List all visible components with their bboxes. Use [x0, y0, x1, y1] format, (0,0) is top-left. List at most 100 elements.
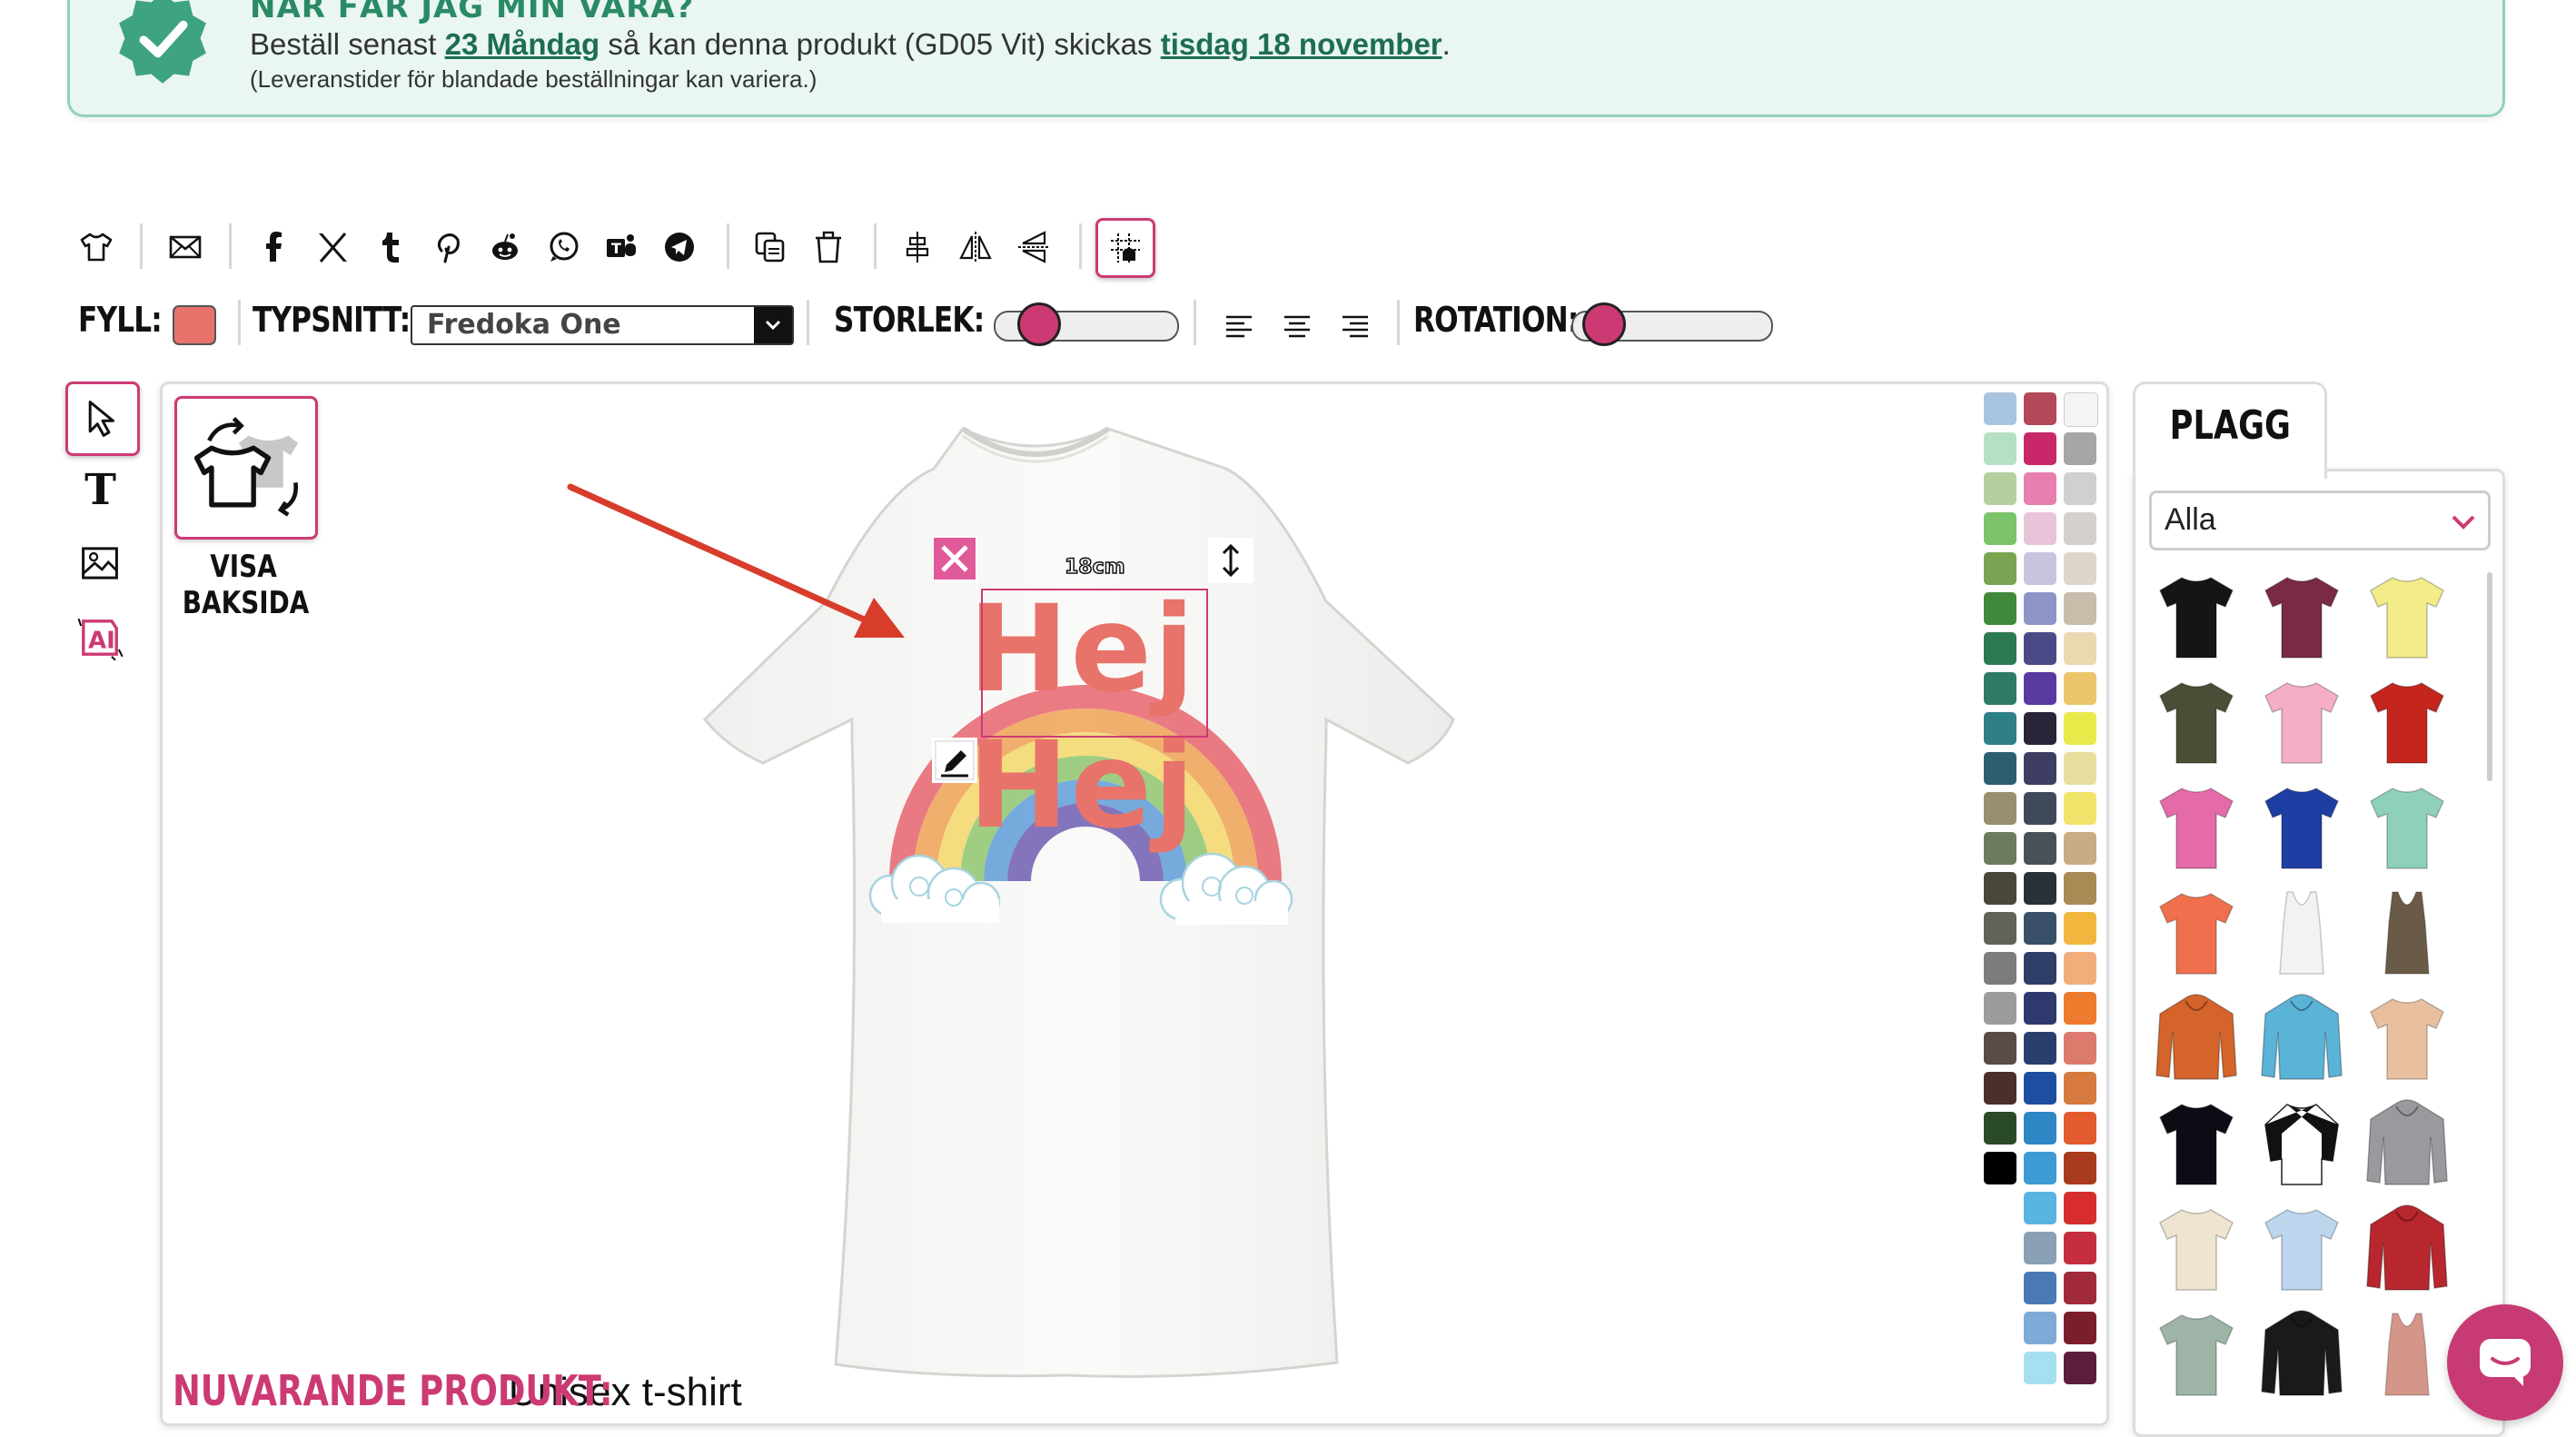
- chat-button[interactable]: [2447, 1304, 2563, 1421]
- color-swatch[interactable]: [2064, 1312, 2096, 1344]
- color-swatch[interactable]: [2024, 1072, 2056, 1105]
- garment-item-tshirt-royal[interactable]: [2256, 781, 2347, 876]
- garment-item-tshirt-black-v[interactable]: [2151, 1097, 2242, 1192]
- align-right-icon[interactable]: [1332, 303, 1379, 351]
- color-swatch[interactable]: [2064, 472, 2096, 505]
- color-swatch[interactable]: [2064, 592, 2096, 625]
- color-swatch[interactable]: [2064, 1112, 2096, 1145]
- garment-item-hoodie-skyblue[interactable]: [2256, 992, 2347, 1086]
- color-swatch[interactable]: [2064, 752, 2096, 785]
- garment-item-tshirt-pink-women[interactable]: [2256, 676, 2347, 770]
- color-swatch[interactable]: [2024, 632, 2056, 665]
- mail-icon[interactable]: [162, 223, 209, 271]
- color-swatch[interactable]: [1984, 632, 2016, 665]
- color-swatch[interactable]: [1984, 672, 2016, 705]
- x-icon[interactable]: [309, 223, 356, 271]
- color-swatch[interactable]: [2064, 632, 2096, 665]
- garment-item-tank-rose[interactable]: [2362, 1308, 2452, 1402]
- garment-item-jacket-red[interactable]: [2362, 1203, 2452, 1297]
- color-swatch[interactable]: [1984, 392, 2016, 425]
- color-swatch[interactable]: [1984, 752, 2016, 785]
- color-swatch[interactable]: [2064, 1192, 2096, 1224]
- color-swatch[interactable]: [2064, 1032, 2096, 1065]
- teams-icon[interactable]: T: [598, 223, 645, 271]
- garment-item-longsleeve-sage[interactable]: [2151, 1308, 2242, 1402]
- align-center-text-icon[interactable]: [1273, 303, 1321, 351]
- color-swatch[interactable]: [1984, 1032, 2016, 1065]
- color-swatch[interactable]: [2024, 512, 2056, 545]
- color-swatch[interactable]: [2064, 952, 2096, 985]
- garment-filter-select[interactable]: Alla: [2149, 491, 2491, 550]
- color-swatch[interactable]: [2064, 832, 2096, 865]
- color-swatch[interactable]: [2024, 392, 2056, 425]
- ship-date-link[interactable]: tisdag 18 november: [1161, 27, 1442, 61]
- garment-item-tshirt-black[interactable]: [2151, 570, 2242, 665]
- color-swatch[interactable]: [2064, 512, 2096, 545]
- color-swatch[interactable]: [2024, 432, 2056, 465]
- pinterest-icon[interactable]: [423, 223, 471, 271]
- color-swatch[interactable]: [2064, 712, 2096, 745]
- color-swatch[interactable]: [2024, 472, 2056, 505]
- garment-item-tshirt-maroon[interactable]: [2256, 570, 2347, 665]
- garment-item-tshirt-magenta[interactable]: [2151, 781, 2242, 876]
- color-swatch[interactable]: [1984, 512, 2016, 545]
- color-swatch[interactable]: [2064, 672, 2096, 705]
- resize-handle[interactable]: [1208, 538, 1253, 583]
- color-swatch[interactable]: [2024, 952, 2056, 985]
- grid-icon[interactable]: [1095, 218, 1155, 278]
- color-swatch[interactable]: [1984, 1152, 2016, 1184]
- color-swatch[interactable]: [2024, 872, 2056, 905]
- color-swatch[interactable]: [2064, 1232, 2096, 1264]
- color-swatch[interactable]: [2064, 792, 2096, 825]
- whatsapp-icon[interactable]: [540, 223, 587, 271]
- color-swatch[interactable]: [1984, 1112, 2016, 1145]
- trash-icon[interactable]: [805, 223, 852, 271]
- color-swatch[interactable]: [2024, 1192, 2056, 1224]
- align-left-icon[interactable]: [1215, 303, 1263, 351]
- size-slider-handle[interactable]: [1017, 302, 1062, 346]
- text-icon[interactable]: T: [65, 454, 134, 523]
- garment-item-tshirt-red[interactable]: [2362, 676, 2452, 770]
- color-swatch[interactable]: [2024, 1232, 2056, 1264]
- selection-box[interactable]: [981, 589, 1208, 738]
- telegram-icon[interactable]: [656, 223, 703, 271]
- flip-vertical-icon[interactable]: [1010, 223, 1057, 271]
- garment-item-hoodie-black-orange[interactable]: [2256, 1308, 2347, 1402]
- color-swatch[interactable]: [2064, 1272, 2096, 1304]
- color-swatch[interactable]: [2064, 432, 2096, 465]
- color-swatch[interactable]: [2024, 1272, 2056, 1304]
- garment-item-tank-brown[interactable]: [2362, 887, 2452, 981]
- garment-item-tshirt-gradient-blue[interactable]: [2256, 1203, 2347, 1297]
- garment-item-tshirt-cream[interactable]: [2151, 1203, 2242, 1297]
- color-swatch[interactable]: [2024, 672, 2056, 705]
- color-swatch[interactable]: [1984, 592, 2016, 625]
- color-swatch[interactable]: [2064, 392, 2098, 427]
- garment-item-tshirt-coral[interactable]: [2151, 887, 2242, 981]
- garment-item-tshirt-mint[interactable]: [2362, 781, 2452, 876]
- reddit-icon[interactable]: [481, 223, 529, 271]
- tumblr-icon[interactable]: [367, 223, 414, 271]
- duplicate-icon[interactable]: [747, 223, 794, 271]
- color-swatch[interactable]: [1984, 1072, 2016, 1105]
- size-slider[interactable]: [994, 302, 1179, 346]
- rotation-slider-handle[interactable]: [1581, 302, 1626, 346]
- image-icon[interactable]: [65, 529, 134, 598]
- color-swatch[interactable]: [2064, 1152, 2096, 1184]
- garment-item-hoodie-orange[interactable]: [2151, 992, 2242, 1086]
- color-swatch[interactable]: [1984, 792, 2016, 825]
- ai-icon[interactable]: AI: [65, 603, 134, 672]
- color-swatch[interactable]: [2064, 552, 2096, 585]
- garment-item-tshirt-tiedye[interactable]: [2362, 992, 2452, 1086]
- tshirt-icon[interactable]: [73, 223, 120, 271]
- color-swatch[interactable]: [1984, 992, 2016, 1025]
- color-swatch[interactable]: [2024, 1152, 2056, 1184]
- color-swatch[interactable]: [2024, 1352, 2056, 1384]
- color-swatch[interactable]: [1984, 472, 2016, 505]
- rotation-slider[interactable]: [1571, 302, 1773, 346]
- color-swatch[interactable]: [2024, 1112, 2056, 1145]
- color-swatch[interactable]: [2024, 792, 2056, 825]
- color-swatch[interactable]: [1984, 432, 2016, 465]
- garment-item-hoodie-gray[interactable]: [2362, 1097, 2452, 1192]
- color-swatch[interactable]: [2024, 912, 2056, 945]
- facebook-icon[interactable]: [251, 223, 298, 271]
